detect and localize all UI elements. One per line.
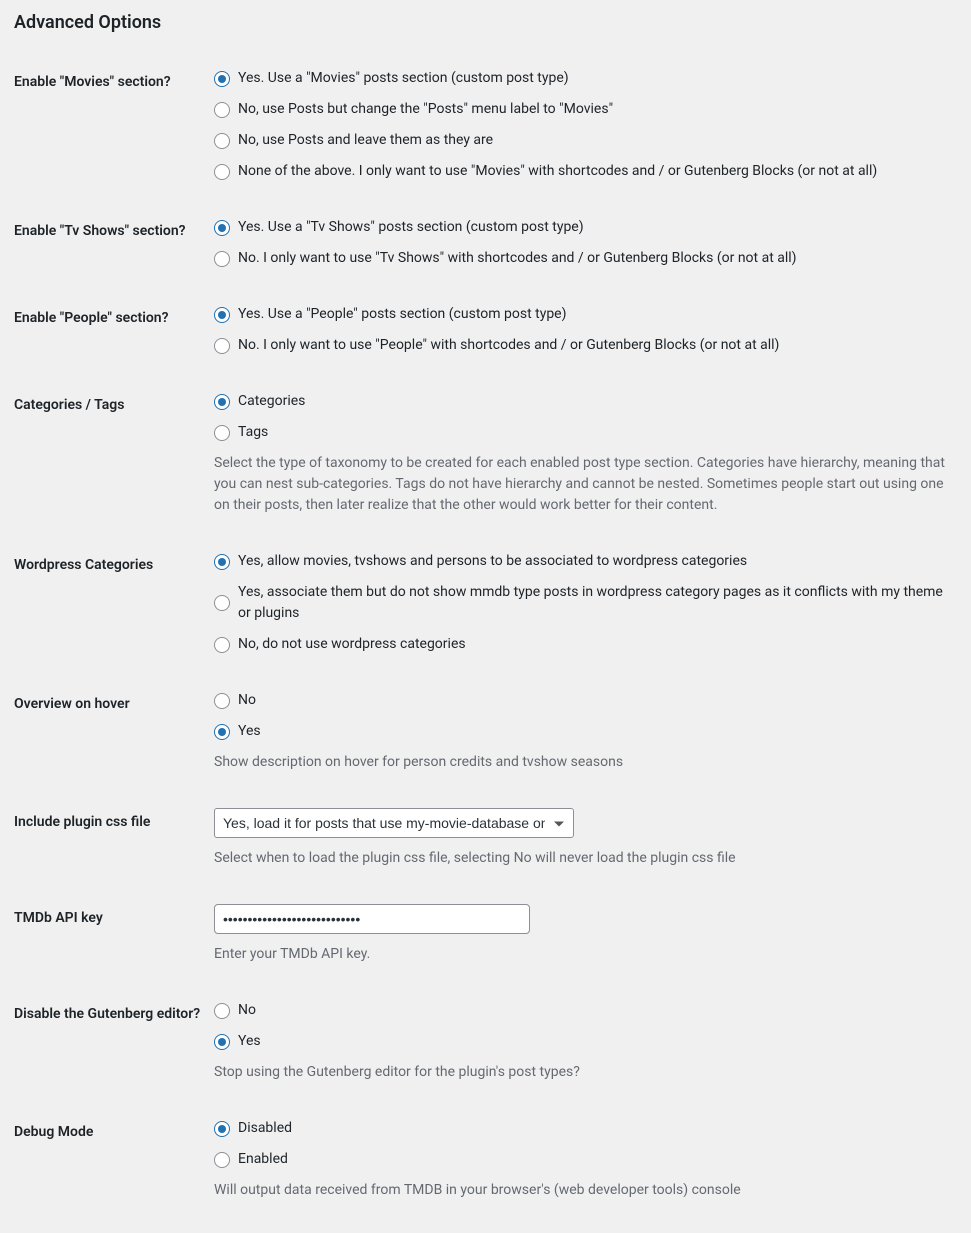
- radio-tvshows-yes[interactable]: [214, 220, 230, 236]
- field-description: Show description on hover for person cre…: [214, 752, 947, 773]
- radio-label[interactable]: No, do not use wordpress categories: [238, 634, 466, 655]
- field-description: Will output data received from TMDB in y…: [214, 1180, 947, 1201]
- field-label-gutenberg: Disable the Gutenberg editor?: [14, 985, 214, 1103]
- field-label-taxonomy: Categories / Tags: [14, 376, 214, 536]
- field-description: Select when to load the plugin css file,…: [214, 848, 947, 869]
- field-label-debug: Debug Mode: [14, 1103, 214, 1221]
- field-description: Enter your TMDb API key.: [214, 944, 947, 965]
- radio-wpcat-no[interactable]: [214, 637, 230, 653]
- radio-label[interactable]: Yes, associate them but do not show mmdb…: [238, 582, 947, 624]
- radio-movies-posts-rename[interactable]: [214, 102, 230, 118]
- field-label-apikey: TMDb API key: [14, 889, 214, 985]
- field-label-tvshows: Enable "Tv Shows" section?: [14, 202, 214, 289]
- radio-label[interactable]: Yes: [238, 721, 261, 742]
- field-label-movies: Enable "Movies" section?: [14, 53, 214, 202]
- radio-label[interactable]: None of the above. I only want to use "M…: [238, 161, 877, 182]
- input-tmdb-api-key[interactable]: [214, 904, 530, 934]
- radio-taxonomy-categories[interactable]: [214, 394, 230, 410]
- section-heading: Advanced Options: [14, 12, 957, 33]
- field-label-people: Enable "People" section?: [14, 289, 214, 376]
- radio-label[interactable]: Disabled: [238, 1118, 292, 1139]
- radio-movies-posts-leave[interactable]: [214, 133, 230, 149]
- radio-wpcat-yes[interactable]: [214, 554, 230, 570]
- radio-label[interactable]: No: [238, 690, 256, 711]
- radio-label[interactable]: Yes. Use a "Tv Shows" posts section (cus…: [238, 217, 584, 238]
- radio-gutenberg-yes[interactable]: [214, 1034, 230, 1050]
- radio-label[interactable]: Yes. Use a "People" posts section (custo…: [238, 304, 566, 325]
- radio-debug-enabled[interactable]: [214, 1152, 230, 1168]
- radio-label[interactable]: Categories: [238, 391, 305, 412]
- radio-label[interactable]: Yes: [238, 1031, 261, 1052]
- advanced-options-form: Enable "Movies" section? Yes. Use a "Mov…: [14, 53, 957, 1221]
- field-label-wpcategories: Wordpress Categories: [14, 536, 214, 675]
- radio-people-yes[interactable]: [214, 307, 230, 323]
- radio-movies-none[interactable]: [214, 164, 230, 180]
- radio-label[interactable]: No. I only want to use "People" with sho…: [238, 335, 779, 356]
- radio-label[interactable]: Tags: [238, 422, 268, 443]
- radio-tvshows-no[interactable]: [214, 251, 230, 267]
- field-label-hover: Overview on hover: [14, 675, 214, 793]
- field-label-css: Include plugin css file: [14, 793, 214, 889]
- radio-wpcat-yes-hide[interactable]: [214, 595, 230, 611]
- radio-label[interactable]: No, use Posts but change the "Posts" men…: [238, 99, 613, 120]
- radio-gutenberg-no[interactable]: [214, 1003, 230, 1019]
- radio-label[interactable]: Yes. Use a "Movies" posts section (custo…: [238, 68, 569, 89]
- radio-hover-yes[interactable]: [214, 724, 230, 740]
- radio-taxonomy-tags[interactable]: [214, 425, 230, 441]
- field-description: Select the type of taxonomy to be create…: [214, 453, 947, 516]
- radio-label[interactable]: No. I only want to use "Tv Shows" with s…: [238, 248, 797, 269]
- radio-movies-yes[interactable]: [214, 71, 230, 87]
- radio-hover-no[interactable]: [214, 693, 230, 709]
- radio-label[interactable]: Yes, allow movies, tvshows and persons t…: [238, 551, 747, 572]
- radio-people-no[interactable]: [214, 338, 230, 354]
- radio-label[interactable]: No: [238, 1000, 256, 1021]
- radio-label[interactable]: Enabled: [238, 1149, 288, 1170]
- radio-label[interactable]: No, use Posts and leave them as they are: [238, 130, 493, 151]
- select-css-load[interactable]: Yes, load it for posts that use my-movie…: [214, 808, 574, 838]
- select-wrapper: Yes, load it for posts that use my-movie…: [214, 808, 574, 838]
- radio-debug-disabled[interactable]: [214, 1121, 230, 1137]
